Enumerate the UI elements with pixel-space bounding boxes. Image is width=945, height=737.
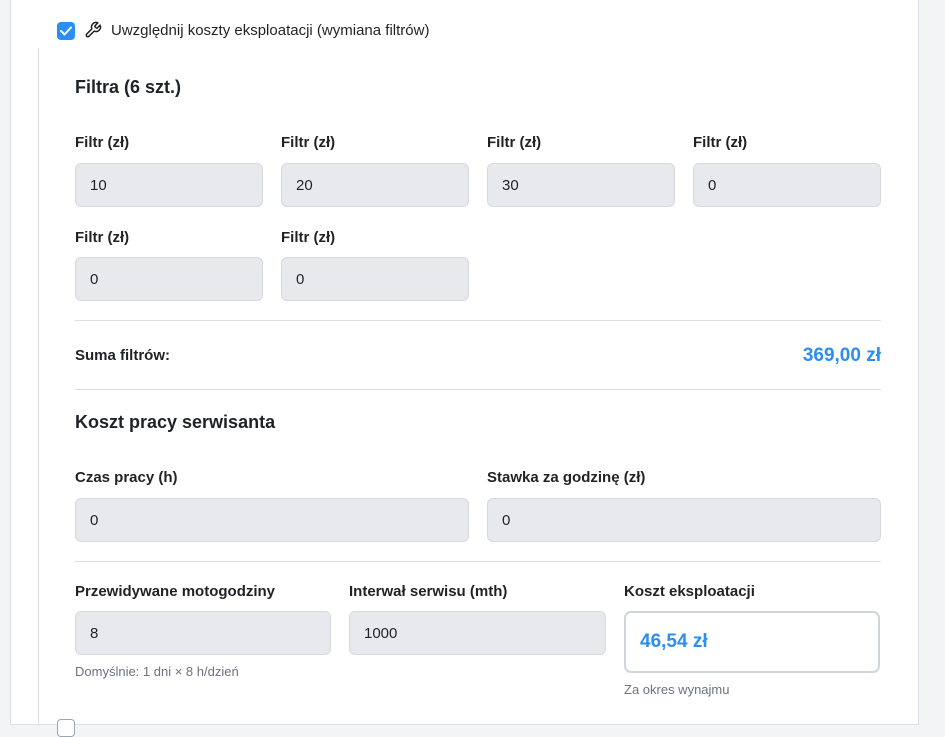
maintenance-checkbox-label[interactable]: Uwzględnij koszty eksploatacji (wymiana … — [111, 22, 429, 39]
wrench-icon — [85, 21, 102, 38]
labor-section-title: Koszt pracy serwisanta — [75, 412, 276, 432]
divider — [75, 320, 881, 321]
filters-sum-value: 369,00 zł — [802, 345, 881, 366]
motohours-hint: Domyślnie: 1 dni × 8 h/dzień — [75, 664, 239, 679]
labor-rate-label: Stawka za godzinę (zł) — [487, 469, 646, 486]
filter-label-6: Filtr (zł) — [281, 229, 336, 246]
checkmark-icon — [60, 26, 72, 36]
labor-rate-input[interactable]: 0 — [487, 498, 881, 542]
divider — [75, 389, 881, 390]
filters-section-title: Filtra (6 szt.) — [75, 77, 182, 97]
filter-label-1: Filtr (zł) — [75, 134, 130, 151]
maintenance-checkbox[interactable] — [57, 22, 75, 40]
motohours-input[interactable]: 8 — [75, 611, 331, 655]
filter-input-4[interactable]: 0 — [693, 163, 881, 207]
filter-label-5: Filtr (zł) — [75, 229, 130, 246]
labor-hours-label: Czas pracy (h) — [75, 469, 178, 486]
divider — [75, 561, 881, 562]
filter-input-5[interactable]: 0 — [75, 257, 263, 301]
filter-label-4: Filtr (zł) — [693, 134, 748, 151]
motohours-label: Przewidywane motogodziny — [75, 583, 276, 600]
maintenance-cost-hint: Za okres wynajmu — [624, 682, 730, 697]
filter-input-2[interactable]: 20 — [281, 163, 469, 207]
maintenance-cost-value: 46,54 zł — [624, 611, 880, 673]
next-option-checkbox[interactable] — [57, 719, 75, 737]
filter-input-6[interactable]: 0 — [281, 257, 469, 301]
labor-hours-input[interactable]: 0 — [75, 498, 469, 542]
maintenance-cost-label: Koszt eksploatacji — [624, 583, 755, 600]
service-interval-label: Interwał serwisu (mth) — [349, 583, 508, 600]
filter-label-2: Filtr (zł) — [281, 134, 336, 151]
filter-label-3: Filtr (zł) — [487, 134, 542, 151]
service-interval-input[interactable]: 1000 — [349, 611, 606, 655]
filter-input-3[interactable]: 30 — [487, 163, 675, 207]
filter-input-1[interactable]: 10 — [75, 163, 263, 207]
filters-sum-label: Suma filtrów: — [75, 347, 171, 364]
